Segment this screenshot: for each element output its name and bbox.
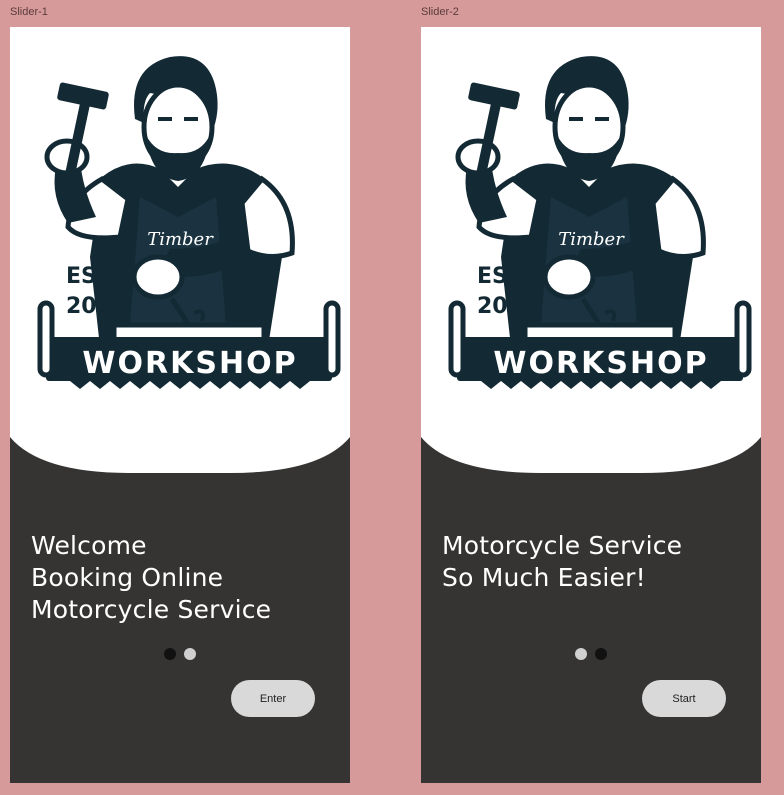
headline-line: So Much Easier! [442, 563, 646, 592]
page-dot-active[interactable] [595, 648, 607, 660]
logo-banner-text: WORKSHOP [82, 346, 297, 381]
workshop-logo-image: Timber ESTD 2021 WORKSHOP [421, 27, 761, 473]
headline-line: Welcome [31, 531, 147, 560]
workshop-logo-image: Timber ESTD 2021 WORKSHOP [10, 27, 350, 473]
frame-label-slider-2: Slider-2 [421, 6, 459, 18]
page-dot-active[interactable] [164, 648, 176, 660]
headline-line: Motorcycle Service [442, 531, 683, 560]
page-indicator [164, 648, 196, 660]
start-button[interactable]: Start [642, 680, 726, 717]
logo-estd-text: ESTD [477, 264, 541, 289]
headline-line: Motorcycle Service [31, 595, 272, 624]
logo-year-text: 2021 [477, 294, 538, 319]
logo-banner-text: WORKSHOP [493, 346, 708, 381]
welcome-headline: Welcome Booking Online Motorcycle Servic… [31, 530, 331, 626]
logo-script-text: Timber [558, 229, 625, 250]
page-indicator [575, 648, 607, 660]
slider-2-screen: Timber ESTD 2021 WORKSHOP Motorcycle Ser… [421, 27, 761, 783]
enter-button[interactable]: Enter [231, 680, 315, 717]
slider-1-screen: Timber ESTD 2021 WORKSHOP Welcome Bookin… [10, 27, 350, 783]
page-dot[interactable] [184, 648, 196, 660]
logo-estd-text: ESTD [66, 264, 130, 289]
hero-logo-panel: Timber ESTD 2021 WORKSHOP [421, 27, 761, 475]
frame-label-slider-1: Slider-1 [10, 6, 48, 18]
logo-year-text: 2021 [66, 294, 127, 319]
logo-script-text: Timber [147, 229, 214, 250]
hero-logo-panel: Timber ESTD 2021 WORKSHOP [10, 27, 350, 475]
headline-line: Booking Online [31, 563, 224, 592]
page-dot[interactable] [575, 648, 587, 660]
service-headline: Motorcycle Service So Much Easier! [442, 530, 742, 594]
